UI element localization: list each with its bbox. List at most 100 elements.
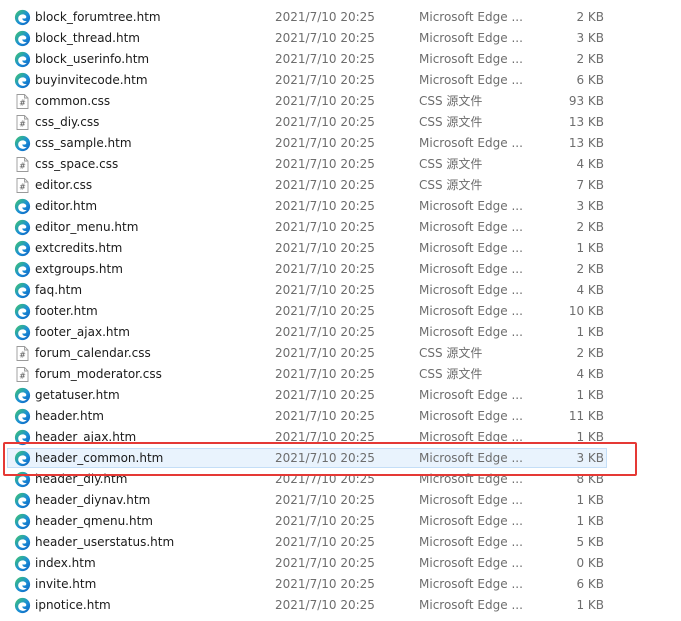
- file-row[interactable]: header.htm 2021/7/10 20:25 Microsoft Edge …: [0, 406, 681, 427]
- file-row[interactable]: # css_diy.css 2021/7/10 20:25 CSS 源文件 13 KB: [0, 112, 681, 133]
- file-type: Microsoft Edge ...: [419, 73, 523, 87]
- file-row[interactable]: # forum_moderator.css 2021/7/10 20:25 CSS 源…: [0, 364, 681, 385]
- file-name: css_sample.htm: [35, 136, 132, 150]
- file-row[interactable]: block_thread.htm 2021/7/10 20:25 Microsoft…: [0, 28, 681, 49]
- file-type: Microsoft Edge ...: [419, 262, 523, 276]
- file-row[interactable]: footer.htm 2021/7/10 20:25 Microsoft Edge …: [0, 301, 681, 322]
- file-type: Microsoft Edge ...: [419, 430, 523, 444]
- file-name: editor.htm: [35, 199, 98, 213]
- file-type: Microsoft Edge ...: [419, 409, 523, 423]
- file-size: 1 KB: [576, 430, 604, 444]
- file-date: 2021/7/10 20:25: [275, 367, 375, 381]
- file-size: 2 KB: [576, 220, 604, 234]
- svg-text:#: #: [19, 351, 26, 360]
- file-date: 2021/7/10 20:25: [275, 472, 375, 486]
- file-row[interactable]: buyinvitecode.htm 2021/7/10 20:25 Microsof…: [0, 70, 681, 91]
- edge-icon: [14, 219, 31, 236]
- file-name: getatuser.htm: [35, 388, 120, 402]
- edge-icon: [14, 492, 31, 509]
- file-date: 2021/7/10 20:25: [275, 409, 375, 423]
- file-size: 1 KB: [576, 325, 604, 339]
- file-row[interactable]: header_ajax.htm 2021/7/10 20:25 Microsoft …: [0, 427, 681, 448]
- edge-icon: [14, 30, 31, 47]
- file-name: common.css: [35, 94, 111, 108]
- file-size: 2 KB: [576, 10, 604, 24]
- file-row[interactable]: extcredits.htm 2021/7/10 20:25 Microsoft E…: [0, 238, 681, 259]
- edge-icon: [14, 576, 31, 593]
- file-name: forum_moderator.css: [35, 367, 162, 381]
- file-size: 3 KB: [576, 31, 604, 45]
- file-type: Microsoft Edge ...: [419, 241, 523, 255]
- file-name: extcredits.htm: [35, 241, 123, 255]
- css-file-icon: #: [14, 114, 31, 131]
- file-name: css_diy.css: [35, 115, 100, 129]
- file-date: 2021/7/10 20:25: [275, 262, 375, 276]
- file-type: Microsoft Edge ...: [419, 220, 523, 234]
- file-date: 2021/7/10 20:25: [275, 304, 375, 318]
- file-row[interactable]: getatuser.htm 2021/7/10 20:25 Microsoft Ed…: [0, 385, 681, 406]
- file-row[interactable]: block_forumtree.htm 2021/7/10 20:25 Micros…: [0, 7, 681, 28]
- file-size: 3 KB: [576, 451, 604, 465]
- file-size: 4 KB: [576, 367, 604, 381]
- file-row[interactable]: # editor.css 2021/7/10 20:25 CSS 源文件 7 KB: [0, 175, 681, 196]
- edge-icon: [14, 471, 31, 488]
- file-row[interactable]: extgroups.htm 2021/7/10 20:25 Microsoft Ed…: [0, 259, 681, 280]
- file-name: header_diy.htm: [35, 472, 128, 486]
- file-name: extgroups.htm: [35, 262, 123, 276]
- file-row[interactable]: # forum_calendar.css 2021/7/10 20:25 CSS 源文…: [0, 343, 681, 364]
- file-row[interactable]: header_diynav.htm 2021/7/10 20:25 Microsof…: [0, 490, 681, 511]
- file-row[interactable]: block_userinfo.htm 2021/7/10 20:25 Microso…: [0, 49, 681, 70]
- file-date: 2021/7/10 20:25: [275, 10, 375, 24]
- file-row[interactable]: ipnotice.htm 2021/7/10 20:25 Microsoft Edg…: [0, 595, 681, 616]
- file-date: 2021/7/10 20:25: [275, 430, 375, 444]
- file-size: 2 KB: [576, 346, 604, 360]
- file-size: 3 KB: [576, 199, 604, 213]
- edge-icon: [14, 534, 31, 551]
- file-name: header.htm: [35, 409, 104, 423]
- file-type: Microsoft Edge ...: [419, 514, 523, 528]
- file-size: 1 KB: [576, 241, 604, 255]
- file-size: 10 KB: [568, 304, 604, 318]
- file-name: block_userinfo.htm: [35, 52, 150, 66]
- file-size: 1 KB: [576, 388, 604, 402]
- file-name: footer.htm: [35, 304, 98, 318]
- file-row[interactable]: editor_menu.htm 2021/7/10 20:25 Microsoft …: [0, 217, 681, 238]
- file-size: 13 KB: [568, 136, 604, 150]
- file-size: 6 KB: [576, 73, 604, 87]
- file-row[interactable]: header_common.htm 2021/7/10 20:25 Microsof…: [0, 448, 681, 469]
- file-row[interactable]: header_qmenu.htm 2021/7/10 20:25 Microsoft…: [0, 511, 681, 532]
- edge-icon: [14, 135, 31, 152]
- file-type: Microsoft Edge ...: [419, 493, 523, 507]
- file-row[interactable]: # css_space.css 2021/7/10 20:25 CSS 源文件 4 KB: [0, 154, 681, 175]
- file-size: 2 KB: [576, 262, 604, 276]
- svg-text:#: #: [19, 120, 26, 129]
- file-type: Microsoft Edge ...: [419, 388, 523, 402]
- css-file-icon: #: [14, 177, 31, 194]
- file-date: 2021/7/10 20:25: [275, 73, 375, 87]
- file-row[interactable]: editor.htm 2021/7/10 20:25 Microsoft Edge …: [0, 196, 681, 217]
- edge-icon: [14, 240, 31, 257]
- file-type: Microsoft Edge ...: [419, 10, 523, 24]
- file-row[interactable]: # common.css 2021/7/10 20:25 CSS 源文件 93 KB: [0, 91, 681, 112]
- file-date: 2021/7/10 20:25: [275, 31, 375, 45]
- file-row[interactable]: footer_ajax.htm 2021/7/10 20:25 Microsoft …: [0, 322, 681, 343]
- file-name: editor.css: [35, 178, 93, 192]
- file-type: Microsoft Edge ...: [419, 283, 523, 297]
- file-date: 2021/7/10 20:25: [275, 94, 375, 108]
- file-row[interactable]: invite.htm 2021/7/10 20:25 Microsoft Edge …: [0, 574, 681, 595]
- css-file-icon: #: [14, 93, 31, 110]
- edge-icon: [14, 513, 31, 530]
- file-date: 2021/7/10 20:25: [275, 136, 375, 150]
- file-row[interactable]: index.htm 2021/7/10 20:25 Microsoft Edge .…: [0, 553, 681, 574]
- file-row[interactable]: css_sample.htm 2021/7/10 20:25 Microsoft E…: [0, 133, 681, 154]
- file-type: Microsoft Edge ...: [419, 472, 523, 486]
- file-size: 1 KB: [576, 493, 604, 507]
- file-date: 2021/7/10 20:25: [275, 157, 375, 171]
- file-type: Microsoft Edge ...: [419, 556, 523, 570]
- file-type: Microsoft Edge ...: [419, 451, 523, 465]
- file-row[interactable]: header_userstatus.htm 2021/7/10 20:25 Micr…: [0, 532, 681, 553]
- file-row[interactable]: faq.htm 2021/7/10 20:25 Microsoft Edge ...…: [0, 280, 681, 301]
- file-size: 4 KB: [576, 157, 604, 171]
- edge-icon: [14, 51, 31, 68]
- file-row[interactable]: header_diy.htm 2021/7/10 20:25 Microsoft E…: [0, 469, 681, 490]
